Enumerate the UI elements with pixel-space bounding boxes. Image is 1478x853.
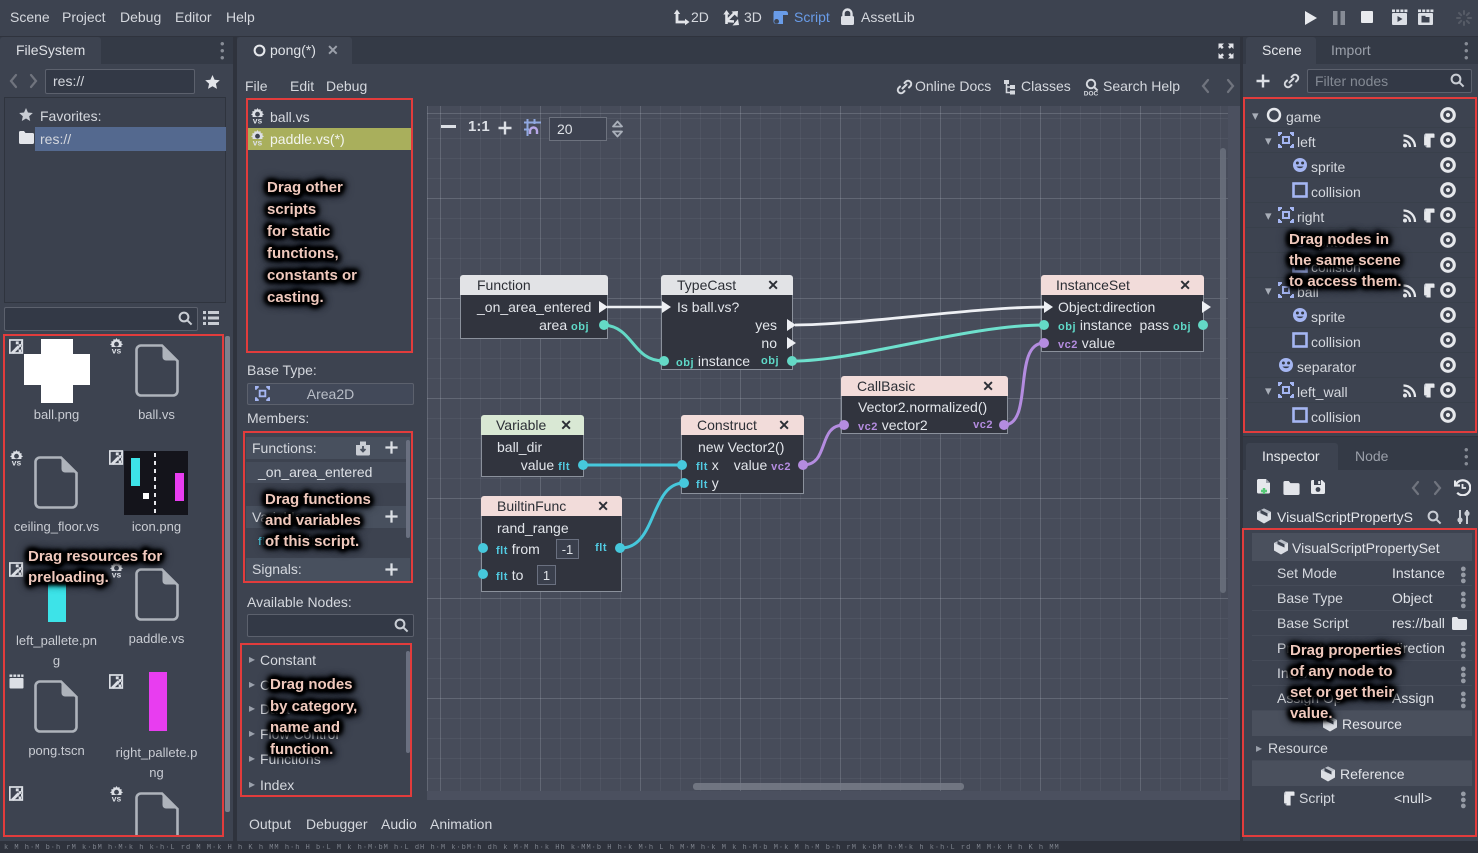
svg-text:DOC: DOC	[1084, 91, 1099, 96]
